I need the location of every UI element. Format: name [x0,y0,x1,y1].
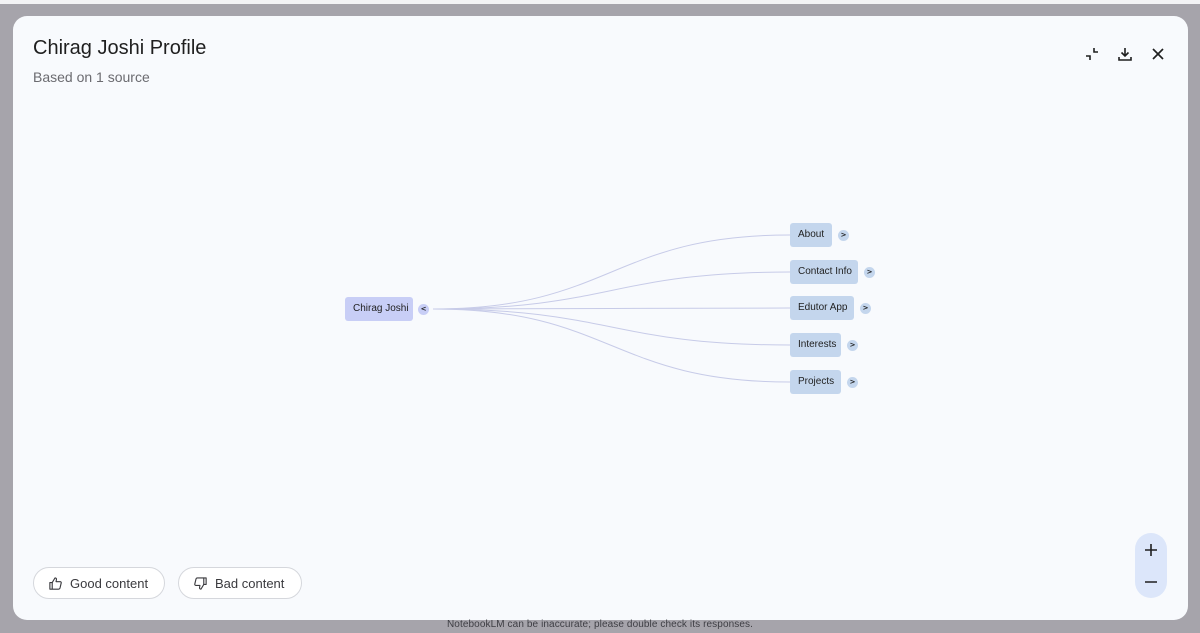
good-content-button[interactable]: Good content [33,567,165,599]
zoom-in-button[interactable] [1135,534,1167,566]
mindmap-edge [432,308,791,346]
mindmap-edge [432,308,791,383]
mindmap-edge [432,271,791,310]
minus-icon [1145,581,1157,583]
thumbs-down-icon [194,576,207,590]
mindmap-node-expand-toggle[interactable]: > [847,377,858,388]
mindmap-root-node[interactable]: Chirag Joshi [345,297,413,321]
mindmap-edges [432,234,791,383]
top-strip [0,0,1200,4]
mindmap-node-edutor-app[interactable]: Edutor App [790,296,854,320]
good-content-label: Good content [70,575,149,591]
bad-content-label: Bad content [215,575,285,591]
plus-icon [1145,544,1157,556]
mindmap-node-interests[interactable]: Interests [790,333,841,357]
mindmap-node-label: About [798,229,825,240]
mindmap-node-expand-toggle[interactable]: > [838,230,849,241]
zoom-out-button[interactable] [1135,566,1167,598]
root-collapse-toggle[interactable]: < [418,304,429,315]
mindmap-node-label: Contact Info [798,266,852,277]
mindmap-node-about[interactable]: About [790,223,832,247]
mindmap-node-expand-toggle[interactable]: > [847,340,858,351]
mindmap-node-expand-toggle[interactable]: > [864,267,875,278]
mindmap-node-contact-info[interactable]: Contact Info [790,260,858,284]
mindmap-node-label: Interests [798,339,837,350]
mindmap-edge [432,234,791,310]
mindmap-dialog: Chirag Joshi Profile Based on 1 source C… [13,16,1188,620]
mindmap-canvas[interactable]: Chirag Joshi < About > Contact Info > Edutor… [13,16,1188,620]
bad-content-button[interactable]: Bad content [178,567,302,599]
mindmap-node-label: Projects [798,376,835,387]
thumbs-up-icon [49,576,62,590]
disclaimer-text: NotebookLM can be inaccurate; please dou… [446,619,754,630]
root-node-label: Chirag Joshi [353,303,409,314]
zoom-control [1135,533,1167,598]
mindmap-node-label: Edutor App [798,302,848,313]
mindmap-node-projects[interactable]: Projects [790,370,841,394]
mindmap-node-expand-toggle[interactable]: > [860,303,871,314]
